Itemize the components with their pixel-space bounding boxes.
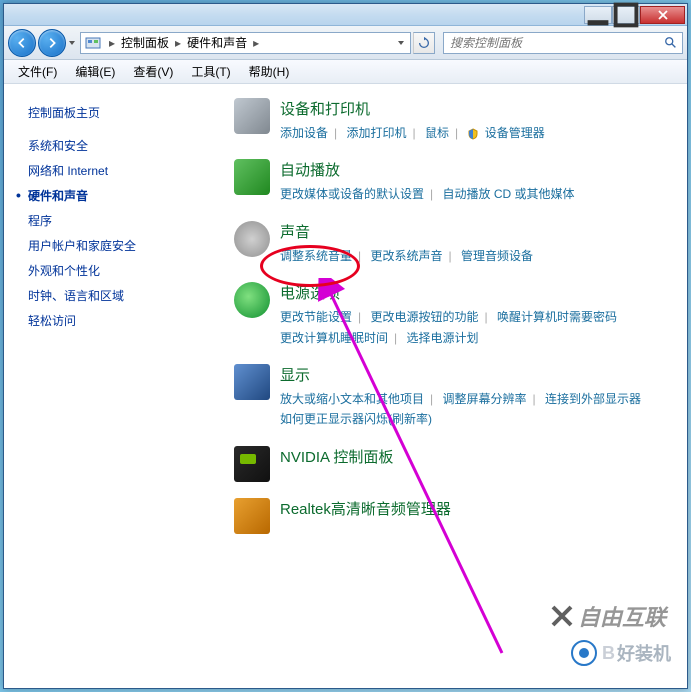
sidebar-item-appearance[interactable]: 外观和个性化 — [28, 258, 204, 283]
link-mouse[interactable]: 鼠标 — [425, 126, 449, 140]
sidebar-item-programs[interactable]: 程序 — [28, 208, 204, 233]
category-links: 更改节能设置| 更改电源按钮的功能| 唤醒计算机时需要密码 更改计算机睡眠时间|… — [280, 307, 667, 348]
sidebar-list: 系统和安全 网络和 Internet 硬件和声音 程序 用户帐户和家庭安全 外观… — [28, 133, 204, 333]
sidebar-item-clock[interactable]: 时钟、语言和区域 — [28, 283, 204, 308]
menu-help[interactable]: 帮助(H) — [241, 61, 298, 82]
category-title[interactable]: 显示 — [280, 364, 667, 385]
dropdown-icon[interactable] — [396, 38, 406, 48]
category-title[interactable]: 声音 — [280, 221, 667, 242]
link-device-manager[interactable]: 设备管理器 — [485, 126, 545, 140]
menu-bar: 文件(F) 编辑(E) 查看(V) 工具(T) 帮助(H) — [4, 60, 687, 84]
link-autoplay-cd[interactable]: 自动播放 CD 或其他媒体 — [442, 187, 574, 201]
menu-view[interactable]: 查看(V) — [125, 61, 181, 82]
sidebar-item-network[interactable]: 网络和 Internet — [28, 158, 204, 183]
category-title[interactable]: 电源选项 — [280, 282, 667, 303]
link-volume[interactable]: 调整系统音量 — [280, 249, 352, 263]
monitor-icon — [234, 364, 270, 400]
sidebar-home-link[interactable]: 控制面板主页 — [28, 104, 204, 121]
link-refresh-rate[interactable]: 如何更正显示器闪烁(刷新率) — [280, 412, 432, 426]
nvidia-icon — [234, 446, 270, 482]
chevron-right-icon[interactable]: ▸ — [249, 36, 263, 50]
category-title[interactable]: Realtek高清晰音频管理器 — [280, 498, 667, 519]
category-links: 添加设备| 添加打印机| 鼠标| 设备管理器 — [280, 123, 667, 143]
link-add-device[interactable]: 添加设备 — [280, 126, 328, 140]
menu-file[interactable]: 文件(F) — [10, 61, 65, 82]
search-icon[interactable] — [660, 32, 682, 54]
speaker-icon — [234, 221, 270, 257]
autoplay-icon — [234, 159, 270, 195]
maximize-button[interactable] — [612, 6, 640, 24]
window-controls — [584, 6, 685, 24]
address-bar[interactable]: ▸ 控制面板 ▸ 硬件和声音 ▸ — [80, 32, 411, 54]
search-box — [443, 32, 683, 54]
link-power-button[interactable]: 更改电源按钮的功能 — [370, 310, 478, 324]
menu-tools[interactable]: 工具(T) — [183, 61, 238, 82]
navigation-bar: ▸ 控制面板 ▸ 硬件和声音 ▸ — [4, 26, 687, 60]
link-external-display[interactable]: 连接到外部显示器 — [545, 392, 641, 406]
shield-icon — [467, 128, 479, 140]
chevron-right-icon[interactable]: ▸ — [171, 36, 185, 50]
main-panel: 设备和打印机 添加设备| 添加打印机| 鼠标| 设备管理器 自动播放 更改媒体或… — [214, 84, 687, 688]
breadcrumb-item[interactable]: 硬件和声音 — [185, 34, 249, 51]
search-input[interactable] — [444, 36, 660, 50]
link-sleep-time[interactable]: 更改计算机睡眠时间 — [280, 331, 388, 345]
category-links: 更改媒体或设备的默认设置| 自动播放 CD 或其他媒体 — [280, 184, 667, 204]
menu-edit[interactable]: 编辑(E) — [67, 61, 123, 82]
control-panel-icon — [85, 35, 101, 51]
category-title[interactable]: 自动播放 — [280, 159, 667, 180]
minimize-button[interactable] — [584, 6, 612, 24]
link-power-plan[interactable]: 选择电源计划 — [406, 331, 478, 345]
category-realtek: Realtek高清晰音频管理器 — [234, 498, 667, 534]
category-autoplay: 自动播放 更改媒体或设备的默认设置| 自动播放 CD 或其他媒体 — [234, 159, 667, 204]
window-titlebar — [4, 4, 687, 26]
sidebar-item-system[interactable]: 系统和安全 — [28, 133, 204, 158]
realtek-icon — [234, 498, 270, 534]
link-add-printer[interactable]: 添加打印机 — [346, 126, 406, 140]
link-resolution[interactable]: 调整屏幕分辨率 — [442, 392, 526, 406]
sidebar-item-accounts[interactable]: 用户帐户和家庭安全 — [28, 233, 204, 258]
breadcrumb-item[interactable]: 控制面板 — [119, 34, 171, 51]
nav-dropdown-icon[interactable] — [68, 29, 78, 57]
category-links: 调整系统音量| 更改系统声音| 管理音频设备 — [280, 246, 667, 266]
content-area: 控制面板主页 系统和安全 网络和 Internet 硬件和声音 程序 用户帐户和… — [4, 84, 687, 688]
sidebar-item-ease[interactable]: 轻松访问 — [28, 308, 204, 333]
link-power-saving[interactable]: 更改节能设置 — [280, 310, 352, 324]
forward-button[interactable] — [38, 29, 66, 57]
link-audio-devices[interactable]: 管理音频设备 — [461, 249, 533, 263]
watermark-haozhuangji: B 好装机 — [570, 639, 671, 667]
category-display: 显示 放大或缩小文本和其他项目| 调整屏幕分辨率| 连接到外部显示器 如何更正显… — [234, 364, 667, 430]
category-links: 放大或缩小文本和其他项目| 调整屏幕分辨率| 连接到外部显示器 如何更正显示器闪… — [280, 389, 667, 430]
link-wake-password[interactable]: 唤醒计算机时需要密码 — [497, 310, 617, 324]
link-media-defaults[interactable]: 更改媒体或设备的默认设置 — [280, 187, 424, 201]
watermark-ziyou: 自由互联 — [549, 600, 666, 632]
category-devices: 设备和打印机 添加设备| 添加打印机| 鼠标| 设备管理器 — [234, 98, 667, 143]
back-button[interactable] — [8, 29, 36, 57]
chevron-right-icon[interactable]: ▸ — [105, 36, 119, 50]
printer-icon — [234, 98, 270, 134]
category-title[interactable]: NVIDIA 控制面板 — [280, 446, 667, 467]
sidebar-item-hardware[interactable]: 硬件和声音 — [28, 183, 204, 208]
close-button[interactable] — [640, 6, 685, 24]
category-power: 电源选项 更改节能设置| 更改电源按钮的功能| 唤醒计算机时需要密码 更改计算机… — [234, 282, 667, 348]
control-panel-window: ▸ 控制面板 ▸ 硬件和声音 ▸ 文件(F) 编辑(E) 查看(V) 工具(T)… — [3, 3, 688, 689]
sidebar: 控制面板主页 系统和安全 网络和 Internet 硬件和声音 程序 用户帐户和… — [4, 84, 214, 688]
link-system-sounds[interactable]: 更改系统声音 — [370, 249, 442, 263]
power-icon — [234, 282, 270, 318]
refresh-button[interactable] — [413, 32, 435, 54]
link-text-size[interactable]: 放大或缩小文本和其他项目 — [280, 392, 424, 406]
category-sound: 声音 调整系统音量| 更改系统声音| 管理音频设备 — [234, 221, 667, 266]
category-nvidia: NVIDIA 控制面板 — [234, 446, 667, 482]
category-title[interactable]: 设备和打印机 — [280, 98, 667, 119]
